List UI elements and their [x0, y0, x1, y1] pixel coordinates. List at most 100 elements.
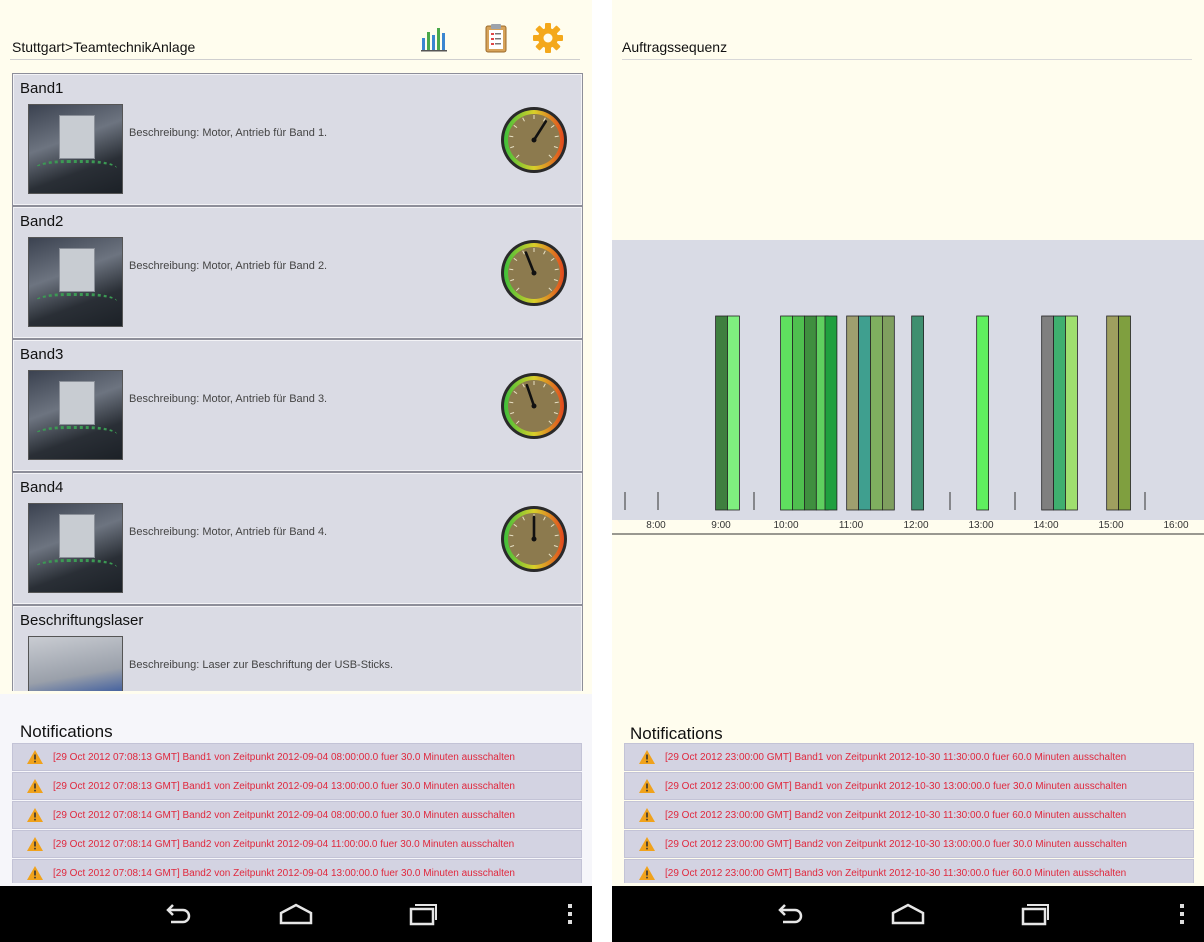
notification-text: [29 Oct 2012 23:00:00 GMT] Band1 von Zei… — [665, 751, 1127, 763]
breadcrumb[interactable]: Stuttgart>TeamtechnikAnlage — [12, 39, 195, 55]
notifications-panel: Notifications [29 Oct 2012 07:08:13 GMT]… — [0, 694, 592, 886]
timeline-bar — [870, 315, 883, 511]
notification-row[interactable]: [29 Oct 2012 23:00:00 GMT] Band1 von Zei… — [624, 772, 1194, 800]
warning-icon — [27, 779, 43, 793]
notification-row[interactable]: [29 Oct 2012 07:08:14 GMT] Band2 von Zei… — [12, 859, 582, 883]
machine-card[interactable]: Band4 Beschreibung: Motor, Antrieb für B… — [12, 472, 583, 605]
warning-icon — [639, 779, 655, 793]
machine-card[interactable]: Band3 Beschreibung: Motor, Antrieb für B… — [12, 339, 583, 472]
timeline-bar — [1065, 315, 1078, 511]
home-icon — [279, 903, 313, 925]
machine-description: Beschreibung: Motor, Antrieb für Band 4. — [129, 526, 328, 538]
timeline-bar — [824, 315, 838, 511]
notification-row[interactable]: [29 Oct 2012 07:08:13 GMT] Band1 von Zei… — [12, 772, 582, 800]
x-tick-label: 11:00 — [839, 520, 864, 531]
home-icon — [891, 903, 925, 925]
machine-photo — [28, 503, 123, 593]
x-tick-label: 12:00 — [903, 520, 928, 531]
machine-card[interactable]: Band1 Beschreibung: Motor, Antrieb für B… — [12, 73, 583, 206]
notification-list[interactable]: [29 Oct 2012 07:08:13 GMT] Band1 von Zei… — [12, 743, 582, 883]
back-button[interactable] — [150, 886, 206, 942]
clipboard-icon[interactable] — [480, 22, 512, 54]
timeline-bar — [976, 315, 989, 511]
machine-name: Band3 — [20, 346, 64, 363]
back-button[interactable] — [762, 886, 818, 942]
notification-list[interactable]: [29 Oct 2012 23:00:00 GMT] Band1 von Zei… — [624, 743, 1194, 883]
notification-text: [29 Oct 2012 23:00:00 GMT] Band2 von Zei… — [665, 838, 1127, 850]
timeline-bar — [911, 315, 924, 511]
x-tick-label: 15:00 — [1098, 520, 1123, 531]
warning-icon — [27, 750, 43, 764]
notification-row[interactable]: [29 Oct 2012 23:00:00 GMT] Band2 von Zei… — [624, 801, 1194, 829]
home-button[interactable] — [880, 886, 936, 942]
header-bar: Stuttgart>TeamtechnikAnlage — [10, 18, 580, 60]
bar-chart-icon[interactable] — [418, 22, 450, 54]
system-nav-bar — [612, 886, 1204, 942]
header-bar: Auftragssequenz — [622, 18, 1192, 60]
timeline-bar — [715, 315, 728, 511]
timeline-bar — [1041, 315, 1054, 511]
machine-photo — [28, 237, 123, 327]
warning-icon — [639, 808, 655, 822]
timeline-bar — [727, 315, 740, 511]
machine-name: Beschriftungslaser — [20, 612, 144, 629]
machine-description: Beschreibung: Motor, Antrieb für Band 3. — [129, 393, 328, 405]
recent-apps-button[interactable] — [394, 886, 450, 942]
x-tick-label: 14:00 — [1033, 520, 1058, 531]
notification-row[interactable]: [29 Oct 2012 07:08:13 GMT] Band1 von Zei… — [12, 743, 582, 771]
timeline-bar — [1106, 315, 1119, 511]
warning-icon — [639, 750, 655, 764]
speed-gauge-icon — [501, 373, 567, 439]
x-tick-label: 10:00 — [773, 520, 798, 531]
notification-text: [29 Oct 2012 23:00:00 GMT] Band2 von Zei… — [665, 809, 1127, 821]
laser-photo — [28, 636, 123, 691]
notifications-panel: Notifications [29 Oct 2012 23:00:00 GMT]… — [612, 694, 1204, 886]
notifications-title: Notifications — [20, 722, 113, 741]
machine-name: Band1 — [20, 80, 64, 97]
warning-icon — [27, 866, 43, 880]
notification-row[interactable]: [29 Oct 2012 07:08:14 GMT] Band2 von Zei… — [12, 801, 582, 829]
timeline-bar — [780, 315, 793, 511]
back-icon — [166, 904, 191, 924]
timeline-bar — [792, 315, 805, 511]
timeline-bar — [846, 315, 859, 511]
x-tick-label: 9:00 — [711, 520, 731, 531]
notification-row[interactable]: [29 Oct 2012 23:00:00 GMT] Band3 von Zei… — [624, 859, 1194, 883]
divider — [592, 0, 612, 942]
x-tick-label: 16:00 — [1163, 520, 1188, 531]
overflow-menu-icon[interactable] — [568, 904, 572, 924]
left-screen: Stuttgart>TeamtechnikAnlage Band1 Beschr… — [0, 0, 592, 886]
machine-list[interactable]: Band1 Beschreibung: Motor, Antrieb für B… — [12, 73, 584, 691]
machine-description: Beschreibung: Motor, Antrieb für Band 1. — [129, 127, 328, 139]
home-button[interactable] — [268, 886, 324, 942]
gear-icon[interactable] — [532, 22, 564, 54]
machine-card[interactable]: Beschriftungslaser Beschreibung: Laser z… — [12, 605, 583, 691]
right-screen: Auftragssequenz 8:00 9:00 10:00 11:00 12:00 1… — [612, 0, 1204, 886]
notification-text: [29 Oct 2012 07:08:13 GMT] Band1 von Zei… — [53, 751, 515, 763]
notification-row[interactable]: [29 Oct 2012 07:08:14 GMT] Band2 von Zei… — [12, 830, 582, 858]
timeline-bar — [1053, 315, 1066, 511]
recent-apps-icon — [1021, 904, 1049, 926]
overflow-menu-icon[interactable] — [1180, 904, 1184, 924]
timeline-bar — [858, 315, 871, 511]
notification-row[interactable]: [29 Oct 2012 23:00:00 GMT] Band1 von Zei… — [624, 743, 1194, 771]
timeline-chart[interactable]: 8:00 9:00 10:00 11:00 12:00 13:00 14:00 15:00 16… — [612, 240, 1204, 536]
machine-name: Band4 — [20, 479, 64, 496]
notifications-title: Notifications — [630, 724, 723, 743]
notification-text: [29 Oct 2012 07:08:14 GMT] Band2 von Zei… — [53, 838, 515, 850]
notification-text: [29 Oct 2012 07:08:14 GMT] Band2 von Zei… — [53, 809, 515, 821]
notification-text: [29 Oct 2012 07:08:14 GMT] Band2 von Zei… — [53, 867, 515, 879]
notification-text: [29 Oct 2012 07:08:13 GMT] Band1 von Zei… — [53, 780, 515, 792]
notification-row[interactable]: [29 Oct 2012 23:00:00 GMT] Band2 von Zei… — [624, 830, 1194, 858]
recent-apps-icon — [409, 904, 437, 926]
machine-name: Band2 — [20, 213, 64, 230]
timeline-bar — [804, 315, 817, 511]
back-icon — [778, 904, 803, 924]
machine-card[interactable]: Band2 Beschreibung: Motor, Antrieb für B… — [12, 206, 583, 339]
warning-icon — [639, 837, 655, 851]
warning-icon — [27, 808, 43, 822]
machine-description: Beschreibung: Laser zur Beschriftung der… — [129, 659, 394, 671]
recent-apps-button[interactable] — [1006, 886, 1062, 942]
x-tick-label: 13:00 — [968, 520, 993, 531]
notification-text: [29 Oct 2012 23:00:00 GMT] Band3 von Zei… — [665, 867, 1127, 879]
